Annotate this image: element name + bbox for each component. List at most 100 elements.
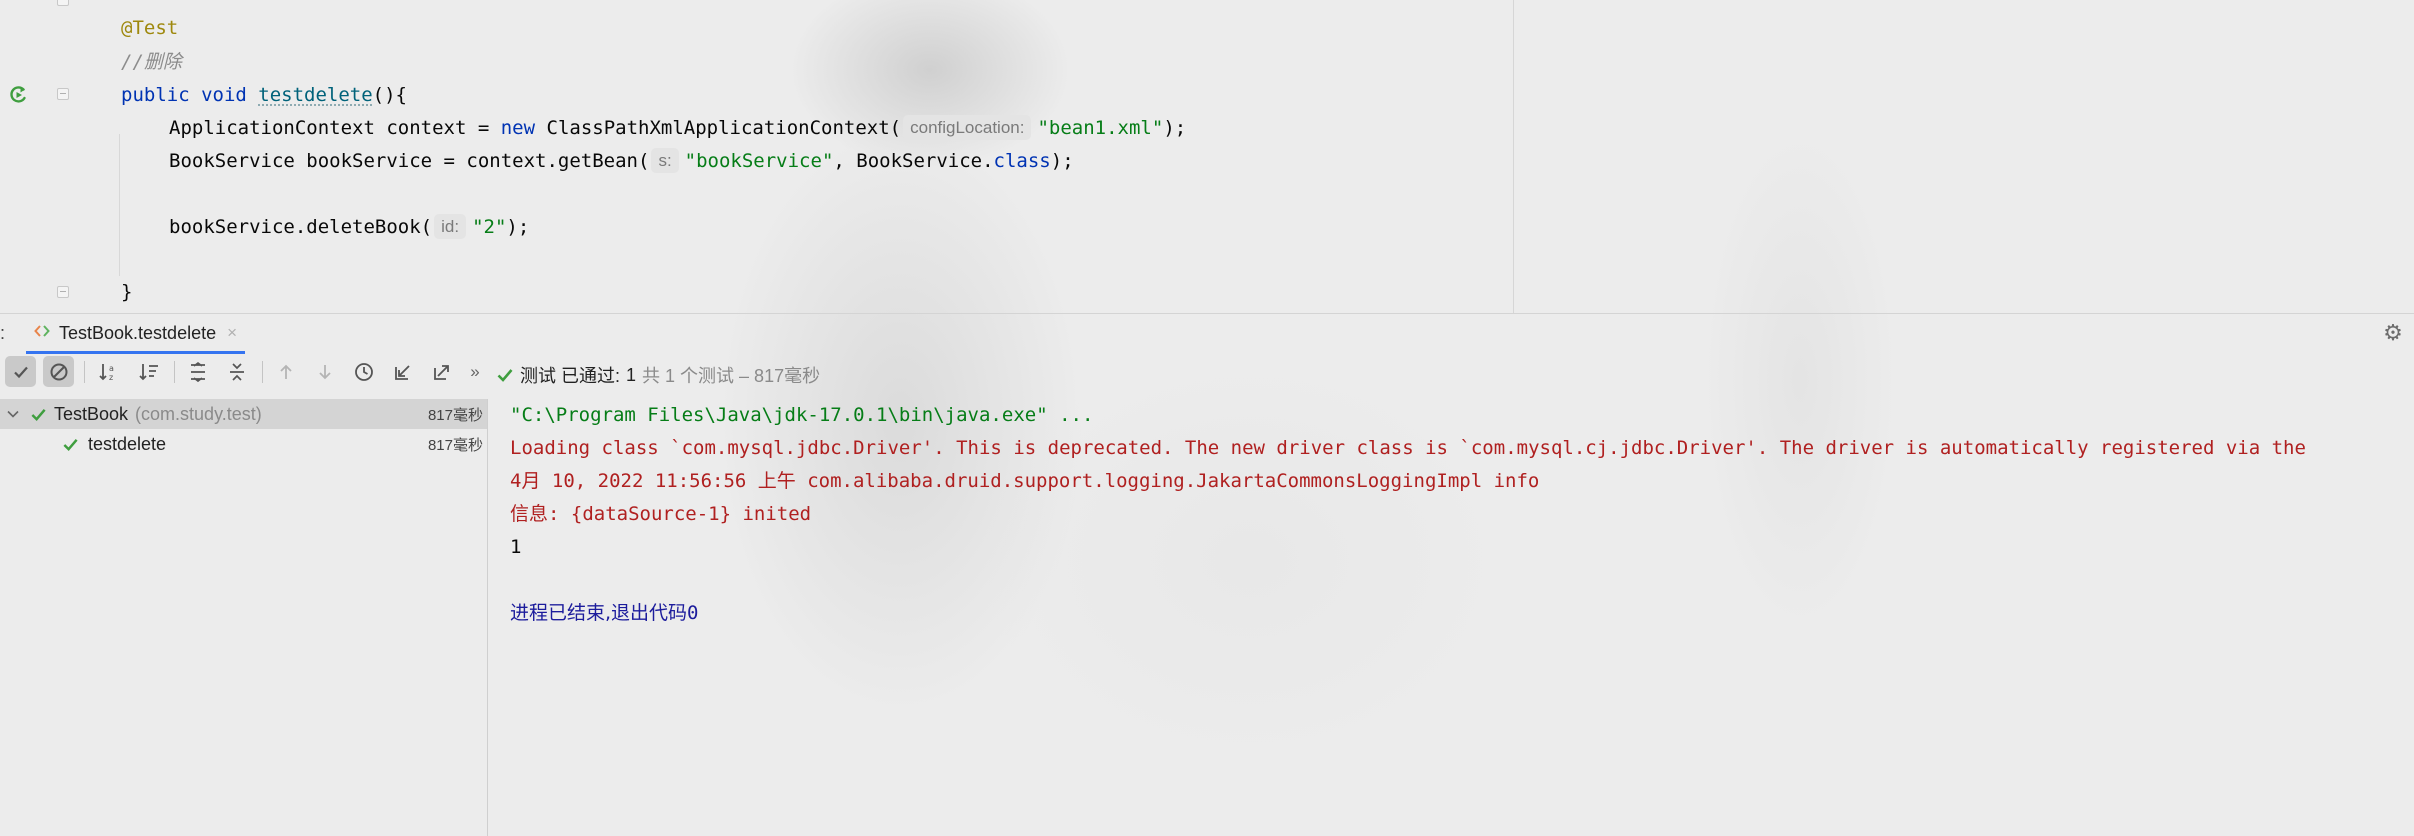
history-icon [354, 362, 373, 381]
status-detail: 共 1 个测试 – 817毫秒 [642, 366, 821, 386]
check-icon [13, 366, 28, 378]
keyword: new [500, 117, 536, 139]
test-toolbar: az » 测试 已通过: 1 共 1 个测试 – 817毫秒 [0, 353, 2414, 390]
indent-guide [119, 134, 120, 276]
code-text: ); [506, 216, 530, 238]
tree-node-duration: 817毫秒 [427, 406, 483, 424]
log-message: : {dataSource-1} inited [548, 503, 812, 525]
collapse-all-button[interactable] [221, 356, 252, 387]
code-text: BookService bookService = context.getBea… [169, 150, 650, 172]
sort-by-duration-button[interactable] [133, 356, 164, 387]
import-icon [394, 364, 410, 380]
parameter-hint: s: [651, 148, 679, 173]
code-line[interactable]: public void testdelete(){ [121, 79, 407, 112]
log-timestamp: 4月 10, 2022 11:56:56 [510, 470, 758, 492]
log-level: 信息 [510, 503, 549, 525]
code-line[interactable]: //删除 [121, 46, 182, 79]
show-passed-button[interactable] [5, 356, 36, 387]
test-tree: TestBook (com.study.test) 817毫秒 testdele… [0, 399, 488, 836]
expand-all-button[interactable] [182, 356, 213, 387]
exit-code: 0 [687, 602, 699, 624]
string-literal: "2" [472, 216, 507, 238]
comment: //删除 [121, 51, 182, 73]
tab-title: TestBook.testdelete [59, 322, 217, 343]
code-line[interactable]: @Test [121, 12, 178, 45]
arrow-down-icon [318, 364, 331, 379]
previous-test-button[interactable] [270, 356, 301, 387]
code-line[interactable]: bookService.deleteBook(id: "2"); [169, 211, 529, 244]
console-line: 1 [510, 536, 522, 558]
tree-node-testdelete[interactable]: testdelete 817毫秒 [0, 429, 487, 459]
tree-node-duration: 817毫秒 [427, 436, 483, 454]
toolbar-separator [262, 361, 263, 383]
string-literal: "bean1.xml" [1037, 117, 1164, 139]
chevron-down-icon[interactable] [6, 407, 20, 421]
code-line[interactable]: BookService bookService = context.getBea… [169, 145, 1074, 178]
check-icon [63, 438, 78, 451]
import-tests-button[interactable] [387, 356, 418, 387]
more-icon: » [470, 361, 480, 381]
fold-icon[interactable] [57, 286, 69, 298]
code-text: } [121, 281, 133, 303]
tree-node-label: testdelete [88, 433, 167, 454]
exit-message: 进程已结束,退出代码 [510, 602, 688, 624]
string-literal: "bookService" [684, 150, 834, 172]
keyword: class [993, 150, 1051, 172]
code-text: (){ [372, 84, 407, 106]
svg-text:z: z [109, 373, 113, 382]
sort-alpha-icon: az [98, 363, 114, 382]
tree-node-package: (com.study.test) [135, 403, 262, 424]
console-line: 信息: {dataSource-1} inited [510, 498, 811, 531]
test-history-button[interactable] [348, 356, 379, 387]
code-text: , BookService. [833, 150, 994, 172]
keyword: public void [121, 84, 259, 106]
console-line: 4月 10, 2022 11:56:56 上午 com.alibaba.drui… [510, 465, 1539, 498]
editor-gutter [0, 0, 84, 313]
tree-node-label: TestBook [54, 403, 129, 424]
export-tests-button[interactable] [426, 356, 457, 387]
check-icon [497, 369, 513, 382]
cancel-icon [50, 363, 67, 380]
toolbar-separator [84, 361, 85, 383]
parameter-hint: configLocation: [903, 115, 1032, 140]
sort-alphabetically-button[interactable]: az [93, 356, 124, 387]
log-ampm: 上午 [757, 470, 796, 492]
code-text: bookService.deleteBook( [169, 216, 433, 238]
code-editor[interactable]: @Test //删除 public void testdelete(){ App… [0, 0, 2414, 313]
run-rerun-icon[interactable] [8, 84, 30, 106]
code-text: ApplicationContext context = [169, 117, 501, 139]
close-icon[interactable]: × [227, 323, 237, 343]
gear-icon[interactable]: ⚙ [2382, 322, 2404, 344]
fold-icon[interactable] [57, 88, 69, 100]
export-icon [433, 364, 449, 380]
collapse-all-icon [229, 362, 244, 381]
check-icon [31, 408, 46, 421]
console-line: "C:\Program Files\Java\jdk-17.0.1\bin\ja… [510, 404, 1094, 426]
tab-testbook-testdelete[interactable]: TestBook.testdelete × [26, 315, 246, 354]
tab-prefix: : [0, 323, 6, 343]
method-name[interactable]: testdelete [258, 84, 372, 106]
code-text: ); [1163, 117, 1187, 139]
code-line[interactable]: } [121, 276, 132, 309]
console-line: Loading class `com.mysql.jdbc.Driver'. T… [510, 437, 2306, 459]
console-line: 进程已结束,退出代码0 [510, 597, 699, 630]
annotation: @Test [121, 17, 179, 39]
show-ignored-button[interactable] [43, 356, 74, 387]
tree-node-testbook[interactable]: TestBook (com.study.test) 817毫秒 [0, 399, 487, 429]
fold-icon[interactable] [57, 0, 69, 6]
status-count: 1 [626, 364, 637, 385]
code-text: ClassPathXmlApplicationContext( [535, 117, 902, 139]
toolbar-separator [174, 361, 175, 383]
parameter-hint: id: [434, 214, 467, 239]
arrow-up-icon [279, 364, 292, 379]
more-actions-button[interactable]: » [462, 356, 488, 387]
sort-duration-icon [138, 363, 158, 380]
java-test-icon [34, 323, 50, 344]
next-test-button[interactable] [309, 356, 340, 387]
code-line[interactable]: ApplicationContext context = new ClassPa… [169, 112, 1186, 145]
log-class: com.alibaba.druid.support.logging.Jakart… [795, 470, 1540, 492]
status-label: 测试 已通过: [520, 366, 621, 386]
svg-text:a: a [109, 364, 114, 373]
console-output[interactable]: "C:\Program Files\Java\jdk-17.0.1\bin\ja… [510, 399, 2414, 836]
code-text: ); [1050, 150, 1074, 172]
